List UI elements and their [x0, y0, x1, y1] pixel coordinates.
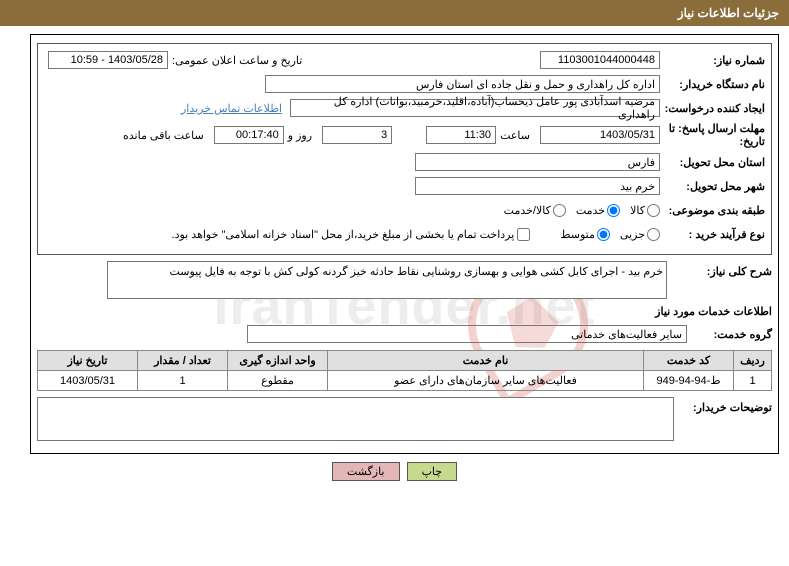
need-number-field: 1103001044000448 [540, 51, 660, 69]
th-qty: تعداد / مقدار [138, 351, 228, 371]
th-name: نام خدمت [328, 351, 644, 371]
buyer-contact-link[interactable]: اطلاعات تماس خریدار [181, 102, 282, 115]
requester-field: مرضیه اسدآبادی پور عامل ذیحساب(آباده،اقل… [290, 99, 660, 117]
announce-label: تاریخ و ساعت اعلان عمومی: [172, 54, 302, 67]
buyer-notes-textarea[interactable] [37, 397, 674, 441]
buyer-label: نام دستگاه خریدار: [660, 78, 765, 91]
city-label: شهر محل تحویل: [660, 180, 765, 193]
cell-unit: مقطوع [228, 371, 328, 391]
radio-medium[interactable] [597, 228, 610, 241]
basic-info-box: شماره نیاز: 1103001044000448 تاریخ و ساع… [37, 43, 772, 255]
group-field: سایر فعالیت‌های خدماتی [247, 325, 687, 343]
treasury-checkbox[interactable] [517, 228, 530, 241]
deadline-time-field: 11:30 [426, 126, 496, 144]
radio-goods-service-label: کالا/خدمت [504, 204, 551, 217]
province-label: استان محل تحویل: [660, 156, 765, 169]
days-label: روز و [288, 129, 312, 142]
deadline-date-field: 1403/05/31 [540, 126, 660, 144]
radio-service[interactable] [607, 204, 620, 217]
deadline-label: مهلت ارسال پاسخ: تاتاریخ: [660, 122, 765, 148]
radio-partial[interactable] [647, 228, 660, 241]
radio-partial-label: جزیی [620, 228, 645, 241]
days-remaining-field: 3 [322, 126, 392, 144]
main-container: IranTender.net شماره نیاز: 1103001044000… [30, 34, 779, 454]
back-button[interactable]: بازگشت [332, 462, 400, 481]
radio-service-label: خدمت [576, 204, 605, 217]
buyer-notes-label: توضیحات خریدار: [674, 397, 772, 414]
button-bar: چاپ بازگشت [0, 462, 789, 481]
table-row: 1 ط-94-94-949 فعالیت‌های سایر سازمان‌های… [38, 371, 772, 391]
print-button[interactable]: چاپ [407, 462, 458, 481]
radio-goods-label: کالا [630, 204, 645, 217]
radio-goods-service[interactable] [553, 204, 566, 217]
services-section-title: اطلاعات خدمات مورد نیاز [37, 305, 772, 318]
page-title: جزئیات اطلاعات نیاز [0, 0, 789, 26]
requester-label: ایجاد کننده درخواست: [660, 102, 765, 115]
treasury-note: پرداخت تمام یا بخشی از مبلغ خرید،از محل … [172, 228, 515, 241]
cell-code: ط-94-94-949 [644, 371, 734, 391]
description-textarea[interactable]: خرم بید - اجرای کابل کشی هوایی و بهسازی … [107, 261, 667, 299]
city-field: خرم بید [415, 177, 660, 195]
services-table: ردیف کد خدمت نام خدمت واحد اندازه گیری ت… [37, 350, 772, 391]
th-radif: ردیف [734, 351, 772, 371]
cell-radif: 1 [734, 371, 772, 391]
th-code: کد خدمت [644, 351, 734, 371]
province-field: فارس [415, 153, 660, 171]
remaining-label: ساعت باقی مانده [123, 129, 204, 142]
cell-name: فعالیت‌های سایر سازمان‌های دارای عضو [328, 371, 644, 391]
th-unit: واحد اندازه گیری [228, 351, 328, 371]
announce-date-field: 1403/05/28 - 10:59 [48, 51, 168, 69]
hms-remaining-field: 00:17:40 [214, 126, 284, 144]
th-date: تاریخ نیاز [38, 351, 138, 371]
radio-medium-label: متوسط [560, 228, 595, 241]
need-number-label: شماره نیاز: [660, 54, 765, 67]
cell-date: 1403/05/31 [38, 371, 138, 391]
process-label: نوع فرآیند خرید : [660, 228, 765, 241]
radio-goods[interactable] [647, 204, 660, 217]
time-label: ساعت [500, 129, 530, 142]
buyer-name-field: اداره کل راهداری و حمل و نقل جاده ای است… [265, 75, 660, 93]
group-label: گروه خدمت: [687, 328, 772, 341]
cell-qty: 1 [138, 371, 228, 391]
category-label: طبقه بندی موضوعی: [660, 204, 765, 217]
description-label: شرح کلی نیاز: [667, 261, 772, 278]
